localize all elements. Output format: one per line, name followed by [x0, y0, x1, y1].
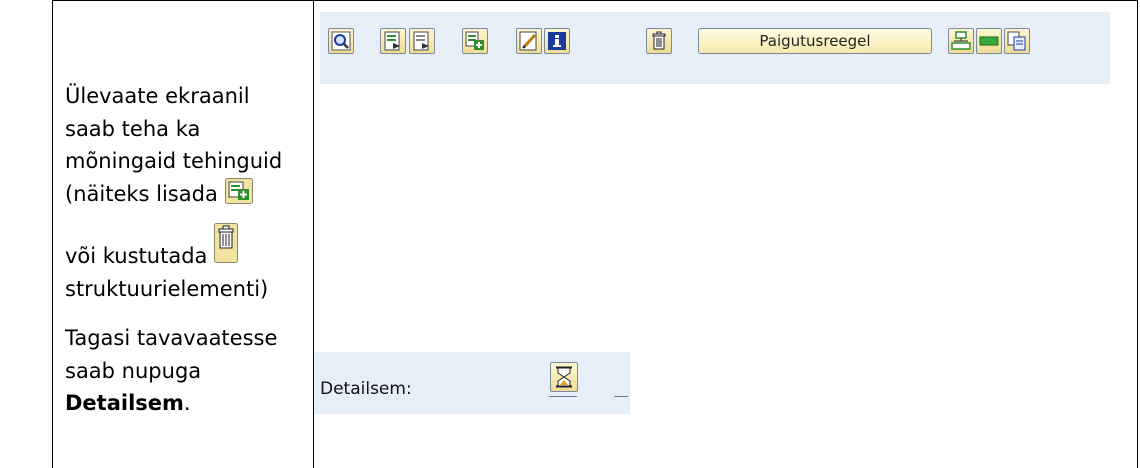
add-prefix-text: (näiteks lisada	[65, 181, 218, 206]
table-left-border	[52, 0, 53, 468]
collapse-button[interactable]	[976, 28, 1002, 54]
document-arrow-icon	[384, 31, 400, 51]
document-arrow-2-button[interactable]	[409, 28, 435, 54]
text-line: Tagasi tavavaatesse	[65, 326, 278, 350]
document-arrow-button[interactable]	[380, 28, 406, 54]
detail-bar: Detailsem:	[314, 352, 630, 414]
text-line: saab nupuga	[65, 358, 202, 383]
detail-divider	[614, 396, 628, 397]
table-right-border	[1137, 0, 1138, 468]
return-paragraph: Tagasi tavavaatesse saab nupuga Detailse…	[65, 322, 305, 420]
detail-button[interactable]	[550, 362, 578, 392]
magnifier-icon	[331, 31, 351, 51]
delete-prefix-text: või kustutada	[65, 244, 208, 268]
period-text: .	[183, 391, 191, 415]
document-arrow-2-icon	[413, 31, 429, 51]
hourglass-icon	[556, 366, 572, 388]
overview-paragraph: Ülevaate ekraanil saab teha ka mõningaid…	[65, 80, 305, 305]
overview-toolbar: Paigutusreegel	[320, 12, 1110, 84]
info-icon	[548, 32, 566, 50]
delete-button[interactable]	[646, 28, 672, 54]
text-line: või kustutada	[65, 223, 305, 273]
text-line: mõningaid tehinguid	[65, 149, 283, 173]
hierarchy-icon	[951, 31, 971, 50]
table-top-border	[52, 0, 1138, 1]
copy-button[interactable]	[1004, 28, 1030, 54]
detail-label: Detailsem:	[320, 379, 412, 399]
add-icon	[224, 177, 253, 214]
detailsem-bold: Detailsem	[65, 391, 184, 415]
trash-icon	[652, 31, 666, 50]
text-line: saab teha ka	[65, 116, 201, 141]
detail-divider	[549, 396, 577, 397]
text-line: (näiteks lisada	[65, 177, 305, 214]
text-line: Ülevaate ekraanil	[65, 84, 250, 108]
placement-rule-button[interactable]: Paigutusreegel	[698, 28, 932, 54]
trash-icon	[214, 223, 239, 273]
magnifier-button[interactable]	[328, 28, 354, 54]
edit-button[interactable]	[516, 28, 542, 54]
text-line: Detailsem.	[65, 387, 305, 420]
add-icon	[465, 31, 484, 50]
hierarchy-button[interactable]	[948, 28, 974, 54]
add-button[interactable]	[462, 28, 488, 54]
edit-icon	[519, 31, 537, 51]
text-line: struktuurielementi)	[65, 276, 269, 301]
collapse-icon	[979, 36, 999, 46]
copy-icon	[1007, 31, 1026, 51]
info-button[interactable]	[544, 28, 570, 54]
